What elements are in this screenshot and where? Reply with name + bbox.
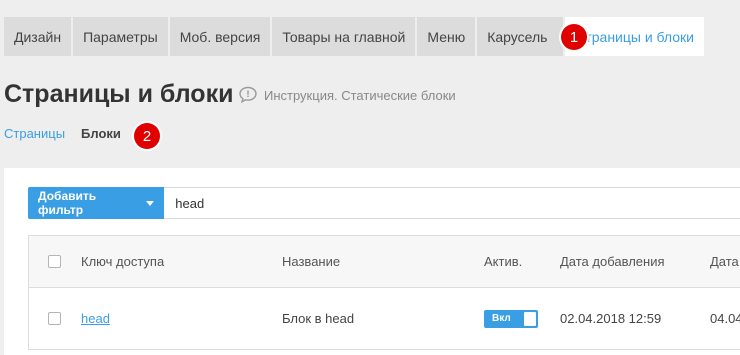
add-filter-label: Добавить фильтр [38, 189, 97, 217]
header-name[interactable]: Название [282, 236, 340, 287]
caret-down-icon [146, 200, 155, 206]
tab-homepage-products[interactable]: Товары на главной [272, 17, 416, 56]
tab-label: Параметры [83, 28, 158, 45]
row-name: Блок в head [282, 311, 355, 326]
row-checkbox[interactable] [48, 312, 61, 325]
select-all-checkbox[interactable] [48, 255, 61, 268]
row-date-changed: 04.04 [710, 311, 740, 326]
row-date-added: 02.04.2018 12:59 [560, 311, 662, 326]
tab-menu[interactable]: Меню [417, 17, 476, 56]
toggle-label: Вкл [492, 313, 511, 324]
header-date-changed[interactable]: Дата [710, 236, 739, 287]
top-tabs: Дизайн Параметры Моб. версия Товары на г… [4, 17, 704, 56]
row-key-link[interactable]: head [81, 311, 110, 326]
tab-parameters[interactable]: Параметры [73, 17, 168, 56]
subnav-pages-link[interactable]: Страницы [4, 126, 65, 141]
tab-mobile-version[interactable]: Моб. версия [169, 17, 271, 56]
header-active[interactable]: Актив. [484, 236, 522, 287]
speech-bubble-icon [238, 86, 258, 104]
page-title: Страницы и блоки [4, 80, 234, 108]
filter-row: Добавить фильтр [28, 187, 740, 219]
active-toggle[interactable]: Вкл [484, 309, 538, 328]
instruction-link[interactable]: Инструкция. Статические блоки [238, 86, 456, 104]
subnav: Страницы Блоки [4, 126, 121, 141]
subnav-blocks-current: Блоки [81, 126, 121, 141]
instruction-text: Инструкция. Статические блоки [264, 87, 456, 103]
table-row: head Блок в head Вкл 02.04.2018 12:59 04… [29, 288, 740, 349]
content-panel: Добавить фильтр Ключ доступа Название Ак… [4, 168, 740, 355]
tab-label: Карусель [487, 28, 548, 45]
add-filter-button[interactable]: Добавить фильтр [28, 187, 165, 219]
header-key[interactable]: Ключ доступа [81, 236, 164, 287]
step-marker-2: 2 [134, 123, 160, 149]
step-marker-1: 1 [561, 24, 587, 50]
table-header: Ключ доступа Название Актив. Дата добавл… [29, 236, 740, 288]
tab-design[interactable]: Дизайн [4, 17, 72, 56]
header-date-added[interactable]: Дата добавления [560, 236, 665, 287]
tab-label: Дизайн [14, 28, 62, 45]
tab-carousel[interactable]: Карусель [477, 17, 564, 56]
tab-label: Страницы и блоки [575, 28, 694, 45]
tab-label: Товары на главной [282, 28, 406, 45]
toggle-knob [524, 311, 536, 326]
tab-label: Моб. версия [179, 28, 261, 45]
filter-search-input[interactable] [164, 187, 740, 219]
blocks-table: Ключ доступа Название Актив. Дата добавл… [28, 235, 740, 350]
tab-label: Меню [427, 28, 466, 45]
